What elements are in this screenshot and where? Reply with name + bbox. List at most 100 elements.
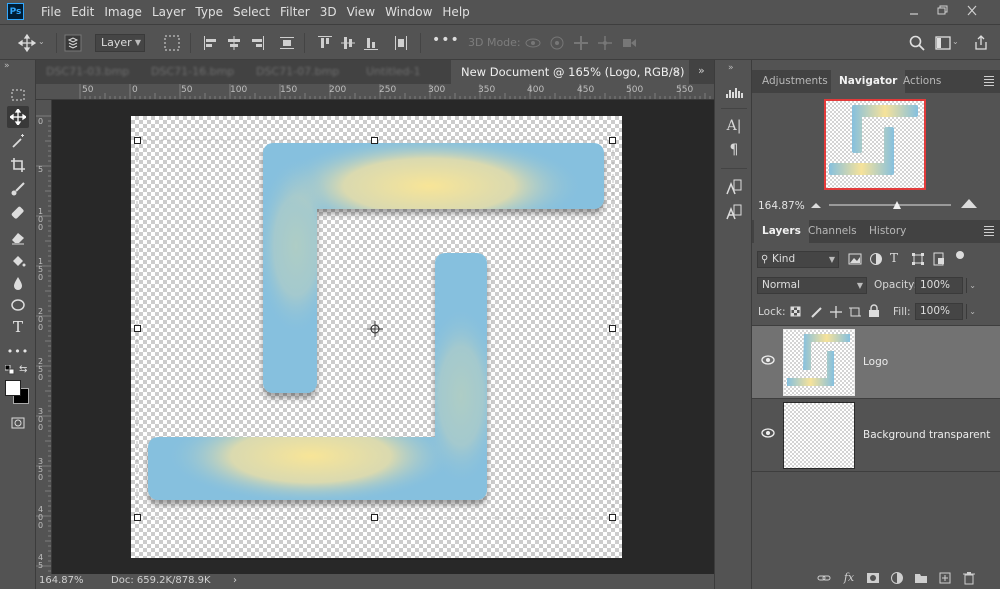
status-zoom[interactable]: 164.87% bbox=[39, 575, 84, 586]
lock-artboard-icon[interactable] bbox=[848, 305, 862, 319]
zoom-in-icon[interactable] bbox=[960, 197, 978, 209]
close-window-icon[interactable] bbox=[962, 3, 982, 19]
expand-panels-icon[interactable]: » bbox=[728, 63, 734, 73]
tab-actions[interactable]: Actions bbox=[895, 70, 949, 93]
close-tab-icon[interactable]: × bbox=[672, 60, 681, 84]
crop-tool-icon[interactable] bbox=[7, 154, 29, 176]
share-icon[interactable] bbox=[972, 34, 990, 52]
filter-type-icon[interactable]: T bbox=[890, 251, 898, 265]
logo-artwork[interactable] bbox=[131, 116, 622, 558]
menu-help[interactable]: Help bbox=[437, 0, 474, 24]
menu-filter[interactable]: Filter bbox=[275, 0, 315, 24]
layer-thumbnail[interactable] bbox=[783, 329, 855, 396]
search-icon[interactable] bbox=[908, 34, 926, 52]
menu-edit[interactable]: Edit bbox=[66, 0, 99, 24]
menu-window[interactable]: Window bbox=[380, 0, 437, 24]
filter-adjustment-icon[interactable] bbox=[869, 252, 883, 266]
menu-3d[interactable]: 3D bbox=[315, 0, 342, 24]
marquee-tool-icon[interactable] bbox=[7, 84, 29, 106]
blend-mode-dropdown[interactable]: Normal ▼ bbox=[757, 277, 867, 294]
menu-type[interactable]: Type bbox=[190, 0, 228, 24]
layer-filter-kind[interactable]: ⚲ Kind ▼ bbox=[757, 251, 839, 268]
healing-brush-tool-icon[interactable] bbox=[7, 202, 29, 224]
restore-icon[interactable] bbox=[932, 3, 952, 19]
character-panel-icon[interactable]: A| bbox=[725, 118, 743, 136]
chevron-down-icon[interactable]: ⌄ bbox=[952, 37, 962, 55]
foreground-color-swatch[interactable] bbox=[5, 380, 21, 396]
move-tool-icon[interactable] bbox=[18, 34, 36, 52]
tab-active-document[interactable]: New Document @ 165% (Logo, RGB/8) * × bbox=[451, 60, 689, 103]
chevron-down-icon[interactable]: ⌄ bbox=[966, 278, 976, 293]
more-tools-icon[interactable]: ••• bbox=[7, 340, 29, 362]
layer-row-logo[interactable]: Logo bbox=[752, 326, 1000, 399]
align-top-icon[interactable] bbox=[316, 34, 334, 52]
histogram-icon[interactable] bbox=[725, 84, 743, 102]
new-group-icon[interactable] bbox=[914, 571, 928, 585]
distribute-icon[interactable] bbox=[278, 34, 296, 52]
chevron-down-icon[interactable]: ⌄ bbox=[38, 37, 48, 55]
lock-image-icon[interactable] bbox=[810, 305, 824, 319]
chevron-down-icon[interactable]: ⌄ bbox=[966, 304, 976, 319]
zoom-slider-thumb[interactable] bbox=[892, 200, 902, 210]
add-mask-icon[interactable] bbox=[866, 571, 880, 585]
align-left-icon[interactable] bbox=[202, 34, 220, 52]
navigator-thumbnail[interactable] bbox=[824, 99, 926, 190]
navigator-zoom-slider[interactable] bbox=[829, 204, 951, 206]
lock-position-icon[interactable] bbox=[829, 305, 843, 319]
more-options-icon[interactable]: ••• bbox=[432, 32, 459, 50]
navigator-zoom-value[interactable]: 164.87% bbox=[758, 200, 805, 212]
menu-image[interactable]: Image bbox=[99, 0, 147, 24]
auto-select-icon[interactable] bbox=[64, 34, 82, 52]
paint-bucket-tool-icon[interactable] bbox=[7, 250, 29, 272]
type-tool-icon[interactable]: T bbox=[7, 316, 29, 338]
filter-shape-icon[interactable] bbox=[911, 252, 925, 266]
delete-layer-icon[interactable] bbox=[962, 571, 976, 585]
transform-handle-bottom-right[interactable] bbox=[609, 514, 616, 521]
layer-style-fx-icon[interactable]: fx bbox=[842, 571, 856, 585]
menu-file[interactable]: File bbox=[36, 0, 66, 24]
menu-select[interactable]: Select bbox=[228, 0, 275, 24]
swap-colors-icon[interactable]: ⇆ bbox=[19, 364, 27, 375]
quick-mask-icon[interactable] bbox=[7, 412, 29, 434]
transform-handle-middle-left[interactable] bbox=[134, 325, 141, 332]
tab-history[interactable]: History bbox=[861, 220, 914, 243]
align-bottom-icon[interactable] bbox=[362, 34, 380, 52]
default-colors-icon[interactable] bbox=[5, 365, 15, 375]
filter-smart-object-icon[interactable] bbox=[932, 252, 946, 266]
minimize-icon[interactable] bbox=[904, 3, 924, 19]
tab-document-3[interactable]: DSC71-07.bmp bbox=[246, 60, 339, 84]
link-layers-icon[interactable] bbox=[817, 571, 831, 585]
menu-view[interactable]: View bbox=[342, 0, 380, 24]
align-center-icon[interactable] bbox=[225, 34, 243, 52]
tab-adjustments[interactable]: Adjustments bbox=[754, 70, 836, 93]
collapse-toolbar-icon[interactable]: » bbox=[4, 61, 10, 71]
new-layer-icon[interactable] bbox=[938, 571, 952, 585]
character-styles-icon[interactable] bbox=[725, 178, 743, 196]
reference-point-icon[interactable] bbox=[367, 321, 383, 337]
transform-handle-top-left[interactable] bbox=[134, 137, 141, 144]
tab-overflow-icon[interactable]: » bbox=[698, 64, 705, 77]
visibility-eye-icon[interactable] bbox=[761, 355, 775, 365]
move-tool-icon[interactable] bbox=[7, 106, 29, 128]
paragraph-styles-icon[interactable] bbox=[725, 203, 743, 221]
auto-select-target-dropdown[interactable]: Layer ▼ bbox=[95, 34, 145, 52]
zoom-out-icon[interactable] bbox=[810, 200, 822, 210]
magic-wand-tool-icon[interactable] bbox=[7, 130, 29, 152]
align-middle-icon[interactable] bbox=[339, 34, 357, 52]
blur-tool-icon[interactable] bbox=[7, 272, 29, 294]
layer-name[interactable]: Logo bbox=[863, 356, 888, 368]
menu-layer[interactable]: Layer bbox=[147, 0, 190, 24]
fill-input[interactable]: 100% ⌄ bbox=[915, 303, 976, 320]
workspace-icon[interactable] bbox=[934, 34, 952, 52]
adjustment-layer-icon[interactable] bbox=[890, 571, 904, 585]
transform-handle-top-center[interactable] bbox=[371, 137, 378, 144]
align-right-icon[interactable] bbox=[248, 34, 266, 52]
transform-handle-top-right[interactable] bbox=[609, 137, 616, 144]
visibility-eye-icon[interactable] bbox=[761, 428, 775, 438]
brush-tool-icon[interactable] bbox=[7, 178, 29, 200]
lock-all-icon[interactable] bbox=[868, 304, 880, 318]
layer-thumbnail[interactable] bbox=[783, 402, 855, 469]
tab-channels[interactable]: Channels bbox=[800, 220, 865, 243]
filter-pixel-icon[interactable] bbox=[848, 252, 862, 266]
tab-document-1[interactable]: DSC71-03.bmp bbox=[36, 60, 129, 84]
